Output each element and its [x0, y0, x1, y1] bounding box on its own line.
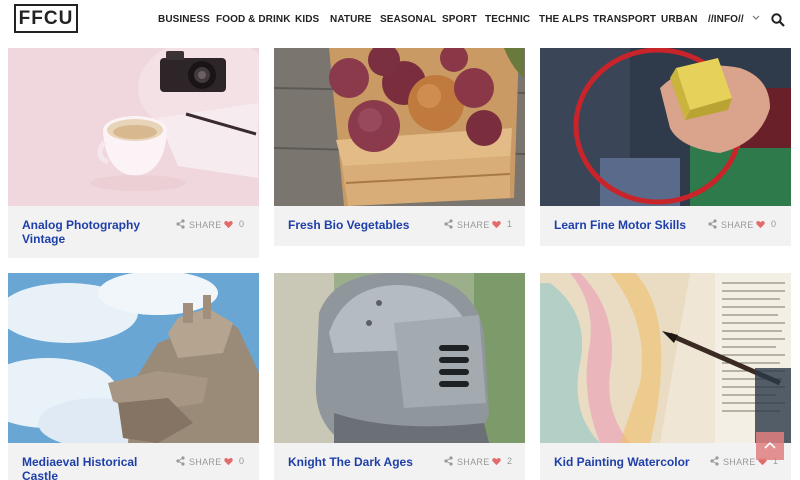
- heart-icon[interactable]: [492, 457, 501, 466]
- site-logo[interactable]: FFCU: [14, 4, 78, 33]
- share-icon[interactable]: [710, 456, 719, 466]
- nav-item-food-drink[interactable]: FOOD & DRINK: [216, 13, 291, 27]
- camera-coffee-photo[interactable]: [8, 48, 259, 206]
- share-label[interactable]: SHARE: [721, 220, 754, 230]
- post-title[interactable]: Knight The Dark Ages: [288, 455, 448, 469]
- nav-item-nature[interactable]: NATURE: [330, 13, 372, 27]
- post-card-footer: Mediaeval Historical Castle SHARE 0: [8, 443, 259, 480]
- onions-basket-photo[interactable]: [274, 48, 525, 206]
- share-label[interactable]: SHARE: [457, 457, 490, 467]
- share-label[interactable]: SHARE: [723, 457, 756, 467]
- nav-item-the-alps[interactable]: THE ALPS: [539, 13, 589, 27]
- nav-item-sport[interactable]: SPORT: [442, 13, 477, 27]
- heart-icon[interactable]: [224, 457, 233, 466]
- like-count: 1: [507, 219, 513, 229]
- post-title[interactable]: Fresh Bio Vegetables: [288, 218, 448, 232]
- share-label[interactable]: SHARE: [457, 220, 490, 230]
- post-title[interactable]: Analog Photography Vintage: [22, 218, 162, 246]
- share-icon[interactable]: [176, 456, 185, 466]
- post-card-footer: Kid Painting Watercolor SHARE 1: [540, 443, 791, 480]
- post-card-footer: Knight The Dark Ages SHARE 2: [274, 443, 525, 480]
- nav-item-seasonal[interactable]: SEASONAL: [380, 13, 436, 27]
- share-label[interactable]: SHARE: [189, 457, 222, 467]
- chevron-up-icon: [764, 441, 776, 449]
- watercolor-painting-photo[interactable]: [540, 273, 791, 443]
- like-count: 0: [771, 219, 777, 229]
- heart-icon[interactable]: [492, 220, 501, 229]
- like-count: 0: [239, 219, 245, 229]
- heart-icon[interactable]: [756, 220, 765, 229]
- nav-item-technic[interactable]: TECHNIC: [485, 13, 530, 27]
- post-card-footer: Learn Fine Motor Skills SHARE 0: [540, 206, 791, 246]
- main-nav: BUSINESS FOOD & DRINK KIDS NATURE SEASON…: [158, 13, 800, 29]
- nav-item-transport[interactable]: TRANSPORT: [593, 13, 656, 27]
- toy-block-photo[interactable]: [540, 48, 791, 206]
- like-count: 0: [239, 456, 245, 466]
- back-to-top-button[interactable]: [756, 432, 784, 460]
- knight-helmet-photo[interactable]: [274, 273, 525, 443]
- share-icon[interactable]: [444, 456, 453, 466]
- like-count: 2: [507, 456, 513, 466]
- nav-item-business[interactable]: BUSINESS: [158, 13, 210, 27]
- post-card-footer: Analog Photography Vintage SHARE 0: [8, 206, 259, 258]
- share-icon[interactable]: [444, 219, 453, 229]
- chevron-down-icon[interactable]: [752, 14, 760, 23]
- nav-item-info[interactable]: //INFO//: [708, 13, 744, 27]
- post-title[interactable]: Learn Fine Motor Skills: [554, 218, 714, 232]
- post-title[interactable]: Mediaeval Historical Castle: [22, 455, 162, 480]
- post-title[interactable]: Kid Painting Watercolor: [554, 455, 714, 469]
- post-card-footer: Fresh Bio Vegetables SHARE 1: [274, 206, 525, 246]
- castle-ruin-photo[interactable]: [8, 273, 259, 443]
- share-icon[interactable]: [176, 219, 185, 229]
- share-icon[interactable]: [708, 219, 717, 229]
- share-label[interactable]: SHARE: [189, 220, 222, 230]
- search-icon[interactable]: [771, 13, 785, 27]
- site-header: FFCU BUSINESS FOOD & DRINK KIDS NATURE S…: [0, 0, 800, 44]
- nav-item-kids[interactable]: KIDS: [295, 13, 319, 27]
- heart-icon[interactable]: [224, 220, 233, 229]
- nav-item-urban[interactable]: URBAN: [661, 13, 698, 27]
